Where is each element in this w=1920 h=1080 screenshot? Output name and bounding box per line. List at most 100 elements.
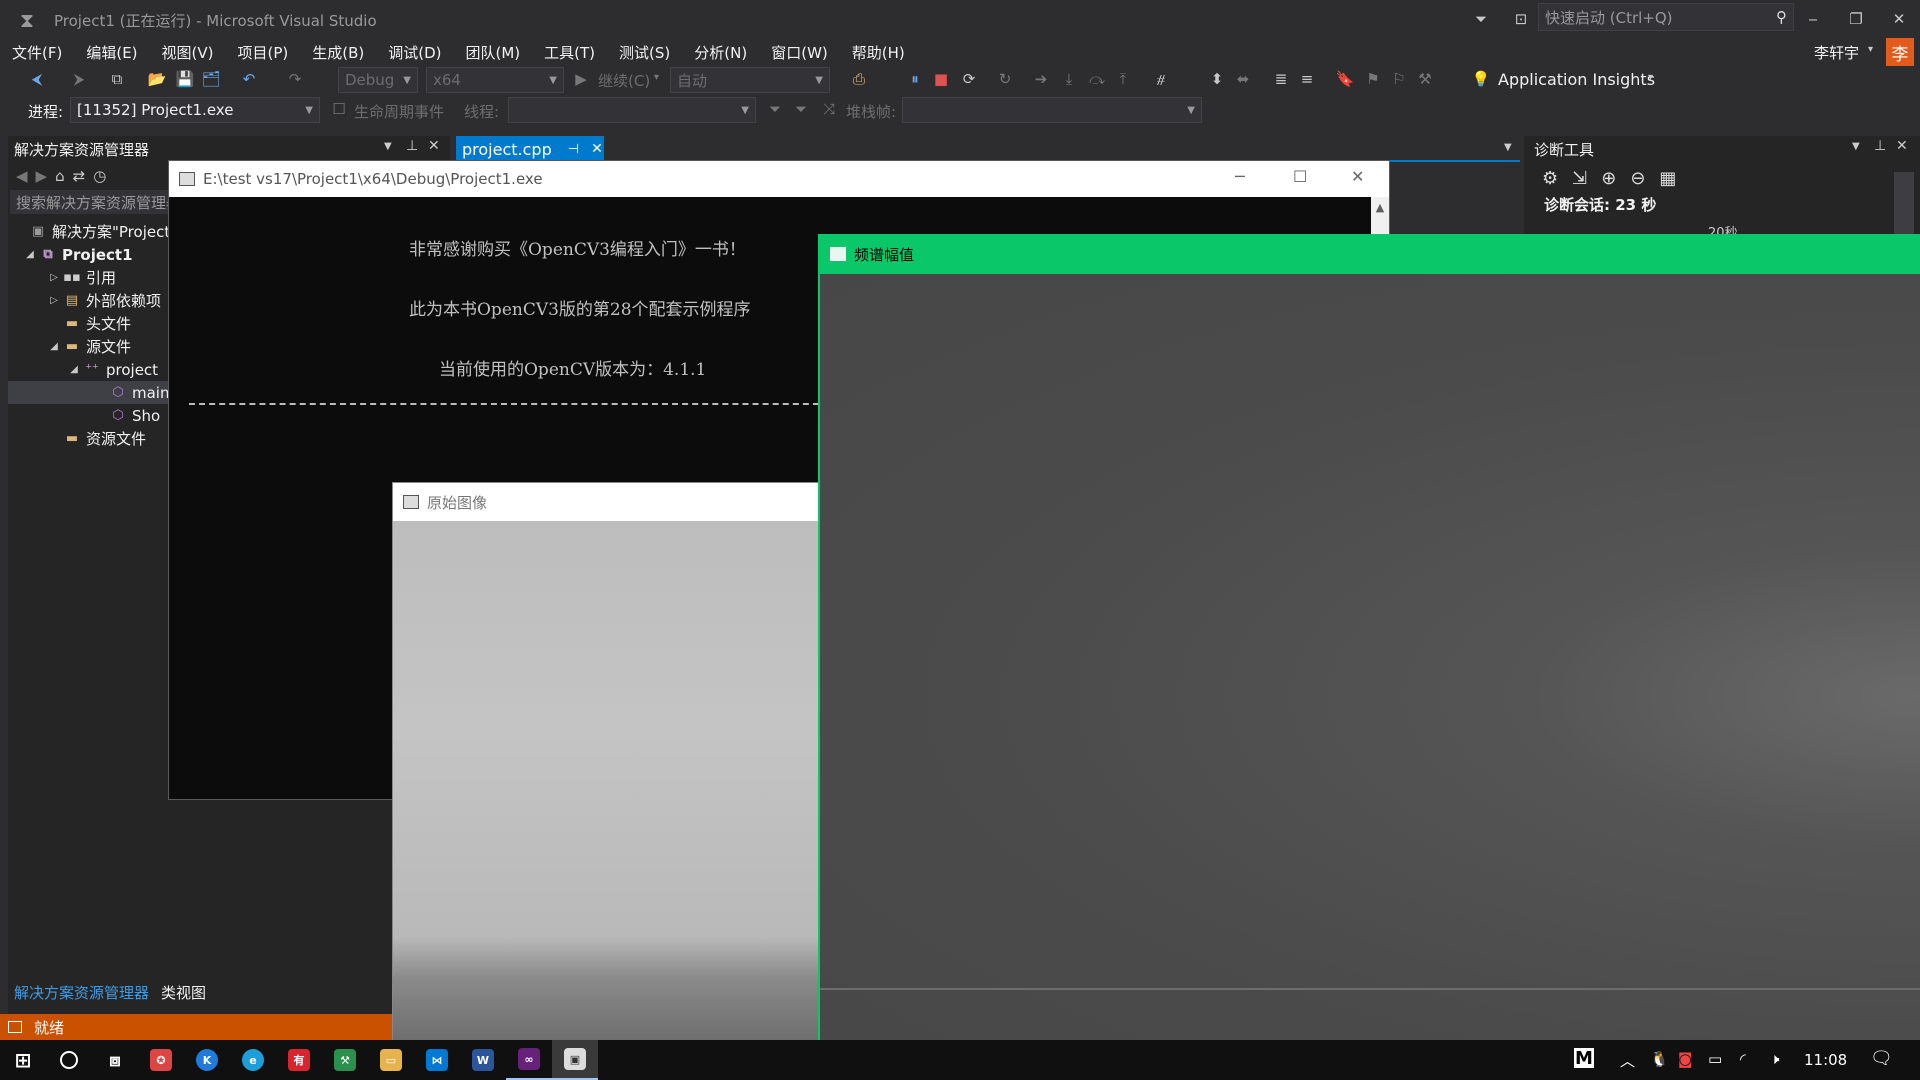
minimize-icon[interactable]: ‒ — [1800, 6, 1826, 32]
pin-icon[interactable]: ⊥ — [1874, 138, 1886, 154]
parallel-stacks-icon[interactable]: ⬌ — [1230, 66, 1256, 92]
hot-reload-icon[interactable]: ↻ — [992, 66, 1018, 92]
taskbar-app-9[interactable]: ∞ — [506, 1040, 552, 1080]
open-file-icon[interactable]: 📂 — [144, 66, 170, 92]
filter-icon[interactable]: ⏷ — [1468, 6, 1494, 32]
navigate-forward-icon[interactable]: ⮞ — [66, 66, 92, 92]
close-panel-icon[interactable]: ✕ — [1896, 138, 1908, 154]
step-out-icon[interactable]: ⤒ — [1110, 66, 1136, 92]
taskbar-clock[interactable]: 11:08 — [1804, 1051, 1847, 1069]
pin-icon[interactable]: ⊥ — [406, 138, 418, 154]
process-icon[interactable]: ⎙ — [846, 66, 872, 92]
app-insights-button[interactable]: Application Insights — [1498, 70, 1655, 89]
lifecycle-icon[interactable]: ☐ — [326, 96, 352, 122]
close-icon[interactable]: ✕ — [1886, 6, 1912, 32]
console-close-icon[interactable]: ✕ — [1351, 167, 1364, 186]
taskbar-app-2[interactable]: K — [184, 1040, 230, 1080]
collapse-icon[interactable]: ◢ — [66, 364, 82, 375]
m-tray-icon[interactable]: M — [1574, 1048, 1594, 1069]
volume-muted-icon[interactable]: 🕨 — [1770, 1050, 1779, 1068]
show-threads-icon[interactable]: ⤨ — [816, 96, 842, 122]
expand-icon[interactable]: ▷ — [46, 272, 62, 283]
show-hidden-icons-icon[interactable]: ︿ — [1620, 1050, 1635, 1071]
platform-dropdown[interactable]: x64 ▼ — [426, 67, 564, 93]
taskbar-app-1[interactable]: ✪ — [138, 1040, 184, 1080]
notifications-icon[interactable]: 🗨 — [1870, 1048, 1893, 1069]
process-dropdown[interactable]: [11352] Project1.exe ▼ — [70, 97, 320, 123]
thread-dropdown[interactable]: ▼ — [508, 97, 756, 123]
stack-frame-dropdown[interactable]: ▼ — [902, 97, 1202, 123]
reset-zoom-icon[interactable]: ▦ — [1659, 168, 1676, 189]
pin-tab-icon[interactable]: ⊣ — [568, 142, 579, 157]
search-button[interactable] — [46, 1040, 92, 1080]
taskbar-app-8[interactable]: W — [460, 1040, 506, 1080]
pending-changes-icon[interactable]: ◷ — [93, 167, 106, 185]
menu-project[interactable]: 项目(P) — [238, 42, 289, 63]
user-avatar[interactable]: 李 — [1886, 38, 1914, 66]
close-panel-icon[interactable]: ✕ — [428, 138, 440, 154]
navigate-back-icon[interactable]: ⮜ — [24, 66, 50, 92]
continue-icon[interactable]: ▶ — [568, 66, 594, 92]
menu-debug[interactable]: 调试(D) — [388, 42, 441, 63]
outdent-icon[interactable]: ≡ — [1294, 66, 1320, 92]
bookmark-icon[interactable]: 🔖 — [1332, 66, 1358, 92]
hex-display-icon[interactable]: ⧣ — [1148, 66, 1174, 92]
taskbar-app-4[interactable]: 有 — [276, 1040, 322, 1080]
task-view-button[interactable]: ⧈ — [92, 1040, 138, 1080]
close-tab-icon[interactable]: ✕ — [591, 141, 603, 157]
show-next-statement-icon[interactable]: ➔ — [1028, 66, 1054, 92]
taskbar-app-6[interactable]: ▭ — [368, 1040, 414, 1080]
panel-menu-icon[interactable]: ▼ — [384, 141, 392, 152]
scroll-up-icon[interactable]: ▲ — [1371, 201, 1389, 214]
continue-button[interactable]: 继续(C) — [598, 70, 650, 91]
tab-class-view[interactable]: 类视图 — [161, 982, 206, 1003]
panel-menu-icon[interactable]: ▼ — [1852, 141, 1860, 152]
app-insights-icon[interactable]: 💡 — [1468, 66, 1494, 92]
redo-icon[interactable]: ↷ — [282, 66, 308, 92]
threads-icon[interactable]: ⬍ — [1204, 66, 1230, 92]
tab-overflow-icon[interactable]: ▼ — [1504, 142, 1512, 153]
feedback-icon[interactable]: ⊡ — [1508, 6, 1534, 32]
continue-dropdown-icon[interactable]: ▾ — [654, 72, 659, 83]
menu-help[interactable]: 帮助(H) — [852, 42, 905, 63]
forward-icon[interactable]: ▶ — [36, 167, 48, 185]
console-minimize-icon[interactable]: ─ — [1235, 167, 1245, 186]
clear-bookmarks-icon[interactable]: ⚒ — [1412, 66, 1438, 92]
menu-build[interactable]: 生成(B) — [312, 42, 364, 63]
app-insights-dropdown-icon[interactable]: ▾ — [1648, 72, 1653, 83]
tab-solution-explorer[interactable]: 解决方案资源管理器 — [14, 982, 149, 1003]
switch-views-icon[interactable]: ⇄ — [73, 167, 86, 185]
prev-bookmark-icon[interactable]: ⚑ — [1360, 66, 1386, 92]
flag-threads-icon[interactable]: ⏷ — [762, 96, 788, 122]
undo-icon[interactable]: ↶ — [236, 66, 262, 92]
config-dropdown[interactable]: Debug ▼ — [338, 67, 418, 93]
collapse-icon[interactable]: ◢ — [46, 341, 62, 352]
restart-icon[interactable]: ⟳ — [956, 66, 982, 92]
save-all-icon[interactable]: 🗂 — [198, 66, 224, 92]
battery-icon[interactable]: ▭ — [1708, 1050, 1722, 1068]
taskbar-app-10[interactable]: ▣ — [552, 1040, 598, 1080]
new-project-icon[interactable]: ⧉ — [104, 66, 130, 92]
step-into-icon[interactable]: ⤓ — [1056, 66, 1082, 92]
restore-icon[interactable]: ❐ — [1843, 6, 1869, 32]
security-tray-icon[interactable]: ◙ — [1678, 1050, 1693, 1068]
pause-icon[interactable]: ⏸ — [902, 66, 928, 92]
menu-edit[interactable]: 编辑(E) — [86, 42, 137, 63]
menu-test[interactable]: 测试(S) — [619, 42, 670, 63]
menu-window[interactable]: 窗口(W) — [771, 42, 828, 63]
taskbar-app-3[interactable]: e — [230, 1040, 276, 1080]
user-dropdown-icon[interactable]: ▾ — [1868, 44, 1873, 55]
menu-tools[interactable]: 工具(T) — [544, 42, 595, 63]
taskbar-app-7[interactable]: ⋈ — [414, 1040, 460, 1080]
tab-project-cpp[interactable]: project.cpp ⊣ ✕ — [456, 136, 604, 162]
menu-file[interactable]: 文件(F) — [12, 42, 62, 63]
taskbar-app-5[interactable]: ⚒ — [322, 1040, 368, 1080]
home-icon[interactable]: ⌂ — [55, 167, 65, 185]
export-icon[interactable]: ⇲ — [1572, 168, 1587, 189]
step-over-icon[interactable]: ⤼ — [1084, 66, 1110, 92]
wifi-icon[interactable]: ◜ — [1740, 1050, 1746, 1068]
back-icon[interactable]: ◀ — [16, 167, 28, 185]
qq-tray-icon[interactable]: 🐧 — [1650, 1050, 1669, 1068]
auto-dropdown[interactable]: 自动 ▼ — [670, 67, 830, 93]
console-maximize-icon[interactable]: ☐ — [1293, 167, 1307, 186]
